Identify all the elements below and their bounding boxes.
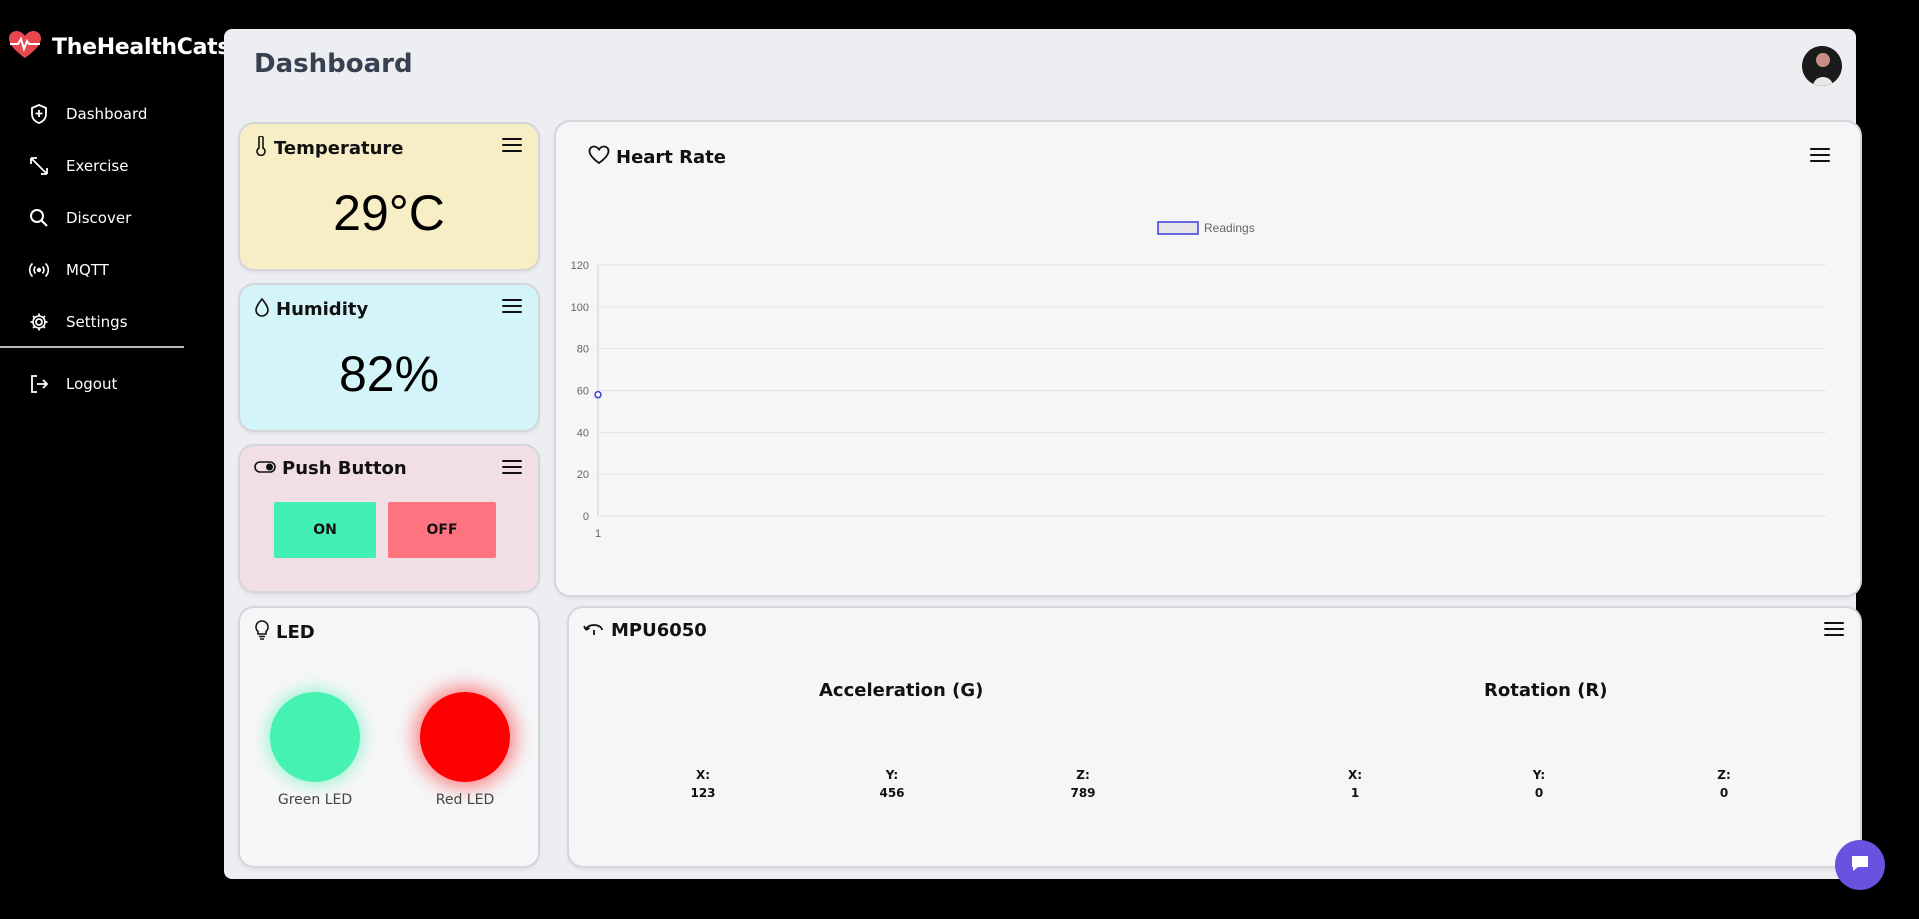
axis-value: 0 [1534,786,1544,800]
axis-value: 123 [690,786,716,800]
red-led-label: Red LED [435,792,495,808]
mpu6050-card: MPU6050 Acceleration (G) X: 123 Y: 456 Z… [569,608,1860,866]
humidity-value: 82% [338,346,440,402]
sidebar-item-label: MQTT [66,261,109,279]
logout-icon [28,373,50,395]
menu-icon[interactable] [502,138,522,154]
axis-label: Z: [1076,768,1090,782]
menu-icon[interactable] [502,299,522,315]
heart-rate-chart: 0 20 40 60 80 100 120 1 Readings [571,221,1826,540]
brand-name: TheHealthCats [52,34,231,60]
avatar[interactable] [1802,46,1842,86]
x-tick-label: 1 [595,528,601,540]
search-icon [28,207,50,229]
axis-label: Y: [885,768,899,782]
axis-label: X: [695,768,711,782]
axis-label: Z: [1717,768,1731,782]
y-tick-label: 0 [583,511,589,523]
card-header: LED [254,620,315,645]
bulb-icon [254,620,270,645]
push-button-card: Push Button ON OFF [240,446,538,591]
sidebar: TheHealthCats Dashboard Exercise Discove… [0,0,231,919]
y-tick-label: 100 [571,302,589,314]
thermometer-icon [254,135,268,161]
green-led-indicator [270,692,360,782]
toggle-icon [254,458,276,479]
rotation-y: Y: 0 [1509,768,1569,800]
card-header: Humidity [254,297,368,322]
temperature-title: Temperature [274,138,404,159]
heart-rate-card: Heart Rate 0 20 40 60 80 100 120 1 Readings [556,122,1860,595]
axis-label: Y: [1532,768,1546,782]
broadcast-icon [28,259,50,281]
sidebar-item-dashboard[interactable]: Dashboard [28,88,218,140]
sidebar-item-mqtt[interactable]: MQTT [28,244,218,296]
sidebar-item-label: Settings [66,313,128,331]
chat-icon [1849,852,1871,878]
sidebar-item-discover[interactable]: Discover [28,192,218,244]
axis-value: 456 [879,786,905,800]
axis-value: 1 [1350,786,1360,800]
y-tick-label: 80 [577,344,589,356]
axis-label: X: [1347,768,1363,782]
menu-icon[interactable] [502,460,522,476]
acceleration-z: Z: 789 [1053,768,1113,800]
y-tick-label: 120 [571,260,589,272]
heartbeat-logo-icon [8,30,42,64]
sidebar-item-label: Exercise [66,157,129,175]
acceleration-x: X: 123 [673,768,733,800]
rotate-icon [583,620,605,641]
acceleration-y: Y: 456 [862,768,922,800]
humidity-card: Humidity 82% [240,285,538,430]
rotation-x: X: 1 [1325,768,1385,800]
on-button[interactable]: ON [274,502,376,558]
mpu6050-title: MPU6050 [611,620,707,641]
sidebar-nav: Dashboard Exercise Discover MQTT Setting… [28,88,218,348]
axis-value: 0 [1719,786,1729,800]
y-tick-label: 20 [577,469,589,481]
sidebar-item-settings[interactable]: Settings [28,296,218,348]
y-tick-label: 60 [577,386,589,398]
menu-icon[interactable] [1824,622,1844,638]
page-title: Dashboard [254,49,413,79]
expand-arrows-icon [28,155,50,177]
brand[interactable]: TheHealthCats [8,30,231,64]
card-header: Push Button [254,458,407,479]
rotation-title: Rotation (R) [1484,680,1608,701]
sidebar-divider [0,346,184,348]
red-led-indicator [420,692,510,782]
droplet-icon [254,297,270,322]
gear-icon [28,311,50,333]
card-header: Temperature [254,135,404,161]
sidebar-item-exercise[interactable]: Exercise [28,140,218,192]
sidebar-item-label: Dashboard [66,105,148,123]
shield-icon [28,103,50,125]
axis-value: 789 [1070,786,1096,800]
logout-label: Logout [66,375,118,393]
led-title: LED [276,622,315,643]
push-button-title: Push Button [282,458,407,479]
rotation-z: Z: 0 [1694,768,1754,800]
logout-button[interactable]: Logout [28,358,117,410]
legend-swatch [1157,221,1199,235]
chat-button[interactable] [1835,840,1885,890]
temperature-card: Temperature 29°C [240,124,538,269]
y-tick-label: 40 [577,427,589,439]
off-button[interactable]: OFF [388,502,496,558]
humidity-title: Humidity [276,299,369,320]
acceleration-title: Acceleration (G) [819,680,984,701]
green-led-label: Green LED [277,792,353,808]
sidebar-item-label: Discover [66,209,132,227]
data-point [594,390,602,399]
legend-label: Readings [1204,221,1255,235]
led-card: LED Green LED Red LED [240,608,538,866]
temperature-value: 29°C [333,185,445,241]
main-panel: Dashboard Temperature 29°C Humidity 82% [224,29,1860,879]
card-header: MPU6050 [583,620,707,641]
